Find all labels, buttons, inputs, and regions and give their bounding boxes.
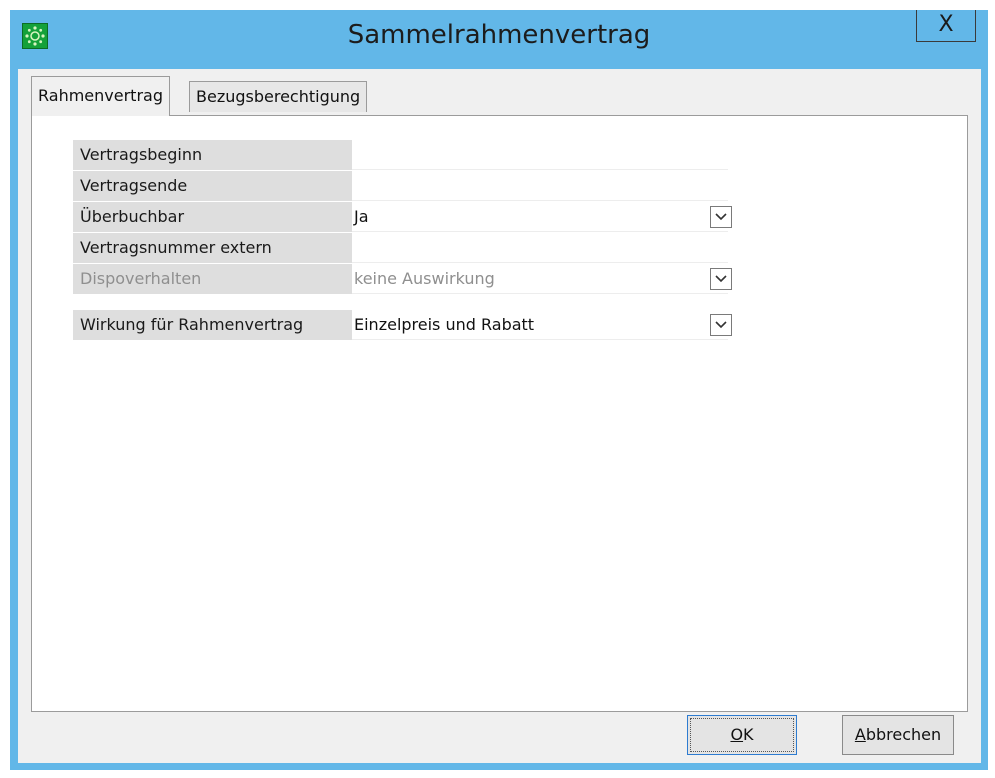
ok-mnemonic: O — [730, 725, 744, 744]
wirkung-select[interactable]: Einzelpreis und Rabatt — [352, 310, 732, 340]
chevron-down-icon — [715, 213, 727, 221]
tab-bezugsberechtigung[interactable]: Bezugsberechtigung — [189, 81, 368, 112]
wirkung-value: Einzelpreis und Rabatt — [354, 315, 535, 334]
cancel-mnemonic: A — [854, 725, 866, 744]
wirkung-dropdown-button[interactable] — [710, 314, 732, 336]
vertragsnummer-extern-label: Vertragsnummer extern — [73, 233, 352, 263]
title-bar[interactable]: Sammelrahmenvertrag X — [10, 10, 988, 68]
vertragsbeginn-label: Vertragsbeginn — [73, 140, 352, 170]
chevron-down-icon — [715, 321, 727, 329]
window-title: Sammelrahmenvertrag — [347, 20, 651, 50]
row-vertragsnummer-extern: Vertragsnummer extern — [73, 233, 728, 263]
dispoverhalten-value: keine Auswirkung — [354, 269, 495, 288]
row-wirkung-fuer-rahmenvertrag: Wirkung für Rahmenvertrag Einzelpreis un… — [73, 310, 732, 340]
vertragsende-label: Vertragsende — [73, 171, 352, 201]
row-ueberbuchbar: Überbuchbar Ja — [73, 202, 732, 232]
chevron-down-icon — [715, 275, 727, 283]
vertragsbeginn-field[interactable] — [352, 140, 728, 170]
tab-rahmenvertrag[interactable]: Rahmenvertrag — [31, 76, 170, 116]
ok-rest: K — [743, 725, 754, 744]
ueberbuchbar-label: Überbuchbar — [73, 202, 352, 232]
dispoverhalten-label: Dispoverhalten — [73, 264, 352, 294]
wirkung-label: Wirkung für Rahmenvertrag — [73, 310, 352, 340]
ueberbuchbar-select[interactable]: Ja — [352, 202, 732, 232]
row-vertragsbeginn: Vertragsbeginn — [73, 140, 728, 170]
dispoverhalten-select[interactable]: keine Auswirkung — [352, 264, 732, 294]
vertragsende-field[interactable] — [352, 171, 728, 201]
ok-button[interactable]: OK — [687, 715, 797, 755]
vertragsnummer-extern-field[interactable] — [352, 233, 728, 263]
dialog-window: Sammelrahmenvertrag X Rahmenvertrag Bezu… — [10, 10, 988, 770]
cancel-button[interactable]: Abbrechen — [842, 715, 954, 755]
ueberbuchbar-dropdown-button[interactable] — [710, 206, 732, 228]
ueberbuchbar-value: Ja — [354, 207, 369, 226]
dispoverhalten-dropdown-button[interactable] — [710, 268, 732, 290]
row-vertragsende: Vertragsende — [73, 171, 728, 201]
ok-button-label: OK — [690, 718, 794, 752]
cancel-rest: bbrechen — [865, 725, 942, 744]
tab-panel: Vertragsbeginn Vertragsende Überbuchbar … — [31, 115, 968, 712]
dialog-content: Rahmenvertrag Bezugsberechtigung Vertrag… — [18, 69, 981, 763]
row-dispoverhalten: Dispoverhalten keine Auswirkung — [73, 264, 732, 294]
close-button[interactable]: X — [916, 10, 976, 42]
